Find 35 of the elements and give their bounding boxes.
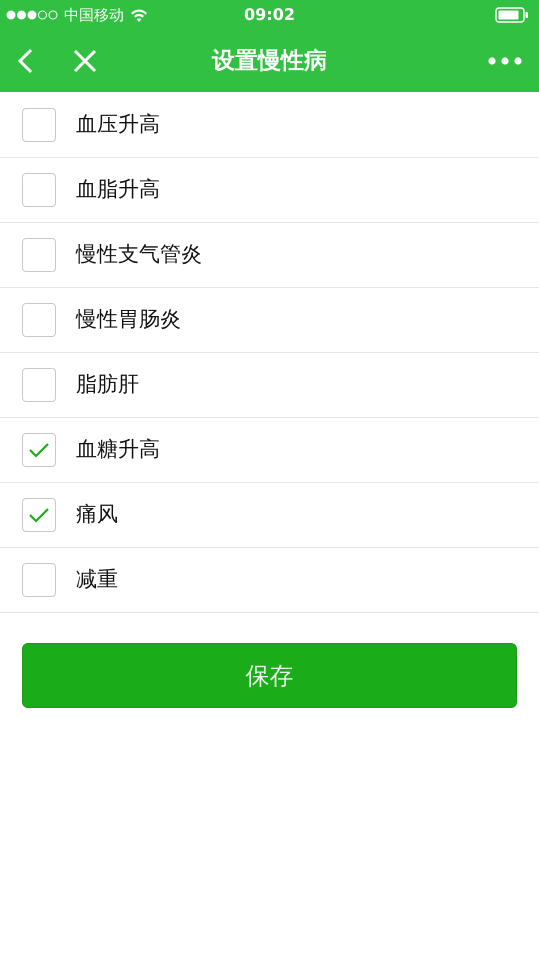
disease-option[interactable]: 血脂升高: [0, 157, 539, 222]
status-time: 09:02: [244, 4, 295, 26]
checkbox[interactable]: [22, 173, 56, 207]
more-icon: [488, 57, 522, 65]
check-icon: [28, 507, 50, 523]
option-label: 慢性支气管炎: [76, 241, 202, 268]
checkbox[interactable]: [22, 108, 56, 142]
option-label: 脂肪肝: [76, 371, 139, 398]
carrier-name: 中国移动: [64, 4, 124, 26]
battery-icon: [495, 7, 529, 23]
disease-option[interactable]: 减重: [0, 547, 539, 612]
option-label: 血压升高: [76, 110, 160, 138]
option-label: 血糖升高: [76, 436, 160, 464]
checkbox[interactable]: [22, 498, 56, 532]
option-label: 痛风: [76, 501, 118, 528]
back-icon: [17, 48, 33, 74]
checkbox[interactable]: [22, 563, 56, 597]
checkbox[interactable]: [22, 238, 56, 272]
disease-option[interactable]: 血糖升高: [0, 417, 539, 482]
disease-option[interactable]: 慢性胃肠炎: [0, 287, 539, 352]
checkbox[interactable]: [22, 368, 56, 402]
disease-option[interactable]: 慢性支气管炎: [0, 222, 539, 287]
checkbox[interactable]: [22, 433, 56, 467]
signal-icon: [6, 10, 58, 20]
disease-option[interactable]: 痛风: [0, 482, 539, 547]
close-icon: [73, 49, 97, 73]
option-label: 血脂升高: [76, 176, 160, 204]
disease-option[interactable]: 血压升高: [0, 92, 539, 157]
check-icon: [28, 442, 50, 458]
disease-option[interactable]: 脂肪肝: [0, 352, 539, 417]
option-label: 减重: [76, 566, 118, 594]
page-title: 设置慢性病: [212, 46, 327, 76]
wifi-icon: [130, 8, 148, 22]
checkbox[interactable]: [22, 303, 56, 337]
option-label: 慢性胃肠炎: [76, 306, 181, 334]
